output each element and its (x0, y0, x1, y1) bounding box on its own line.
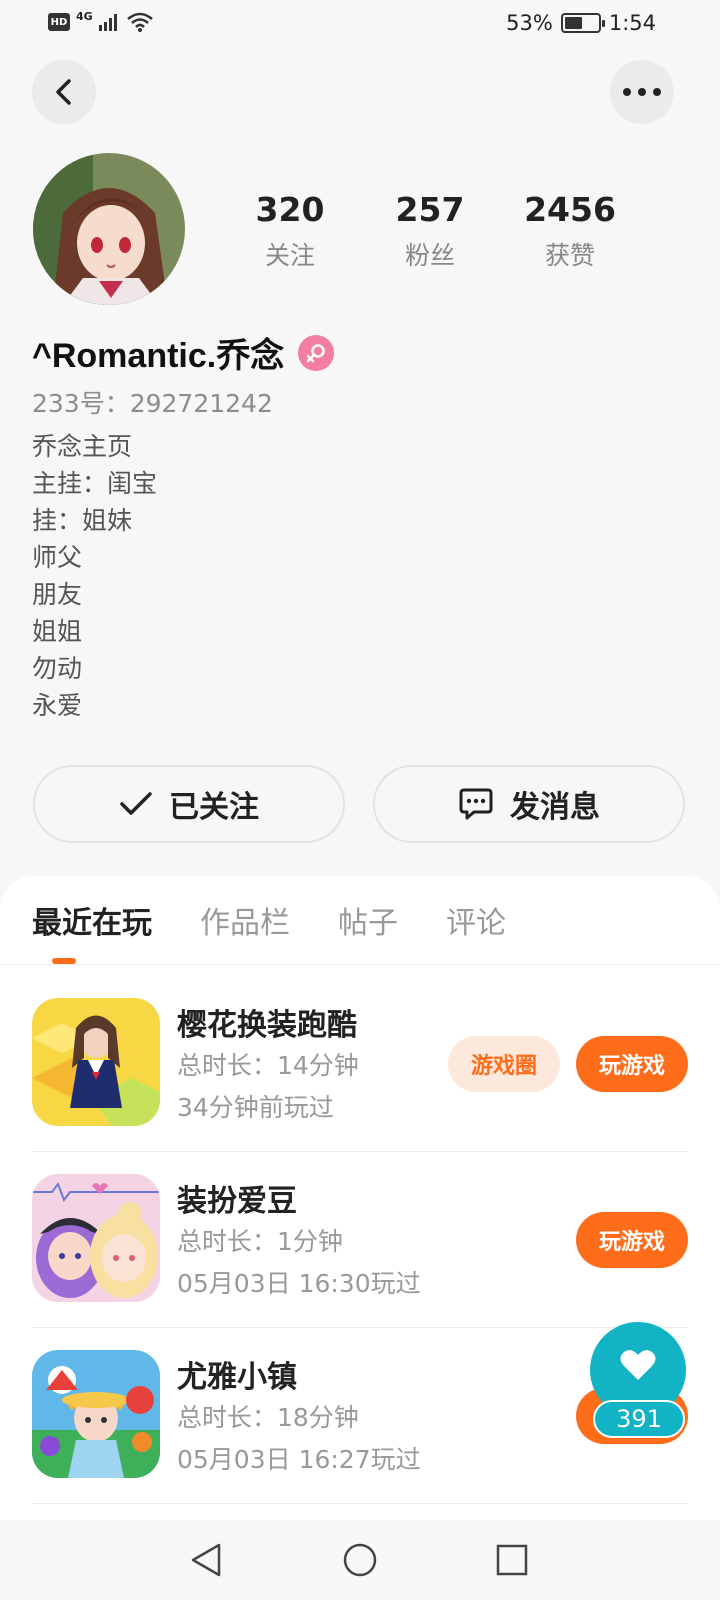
bio-line: 主挂：闺宝 (32, 469, 158, 498)
network-label: 4G (76, 9, 93, 23)
bio-line: 挂：姐妹 (32, 506, 133, 535)
user-id: 233号：292721242 (32, 389, 273, 418)
game-circle-button[interactable]: 游戏圈 (448, 1036, 560, 1092)
game-icon (32, 1350, 160, 1478)
signal-icon (98, 14, 117, 31)
stat-label: 关注 (264, 240, 315, 270)
more-horizontal-icon (623, 88, 661, 96)
back-triangle-icon[interactable] (186, 1540, 226, 1580)
tab-bar: 最近在玩 作品栏 帖子 评论 (32, 898, 554, 942)
bio-line: 师父 (32, 543, 83, 572)
status-left: HD 4G (48, 9, 153, 32)
tab-recently-played[interactable]: 最近在玩 (32, 898, 152, 942)
hd-badge: HD (48, 13, 70, 31)
status-right: 53% 1:54 (506, 11, 656, 35)
stat-fans[interactable]: 257 粉丝 (360, 190, 500, 272)
chat-bubble-icon (459, 788, 493, 820)
follow-button[interactable]: 已关注 (33, 765, 345, 843)
username: ^Romantic.乔念 (32, 337, 285, 375)
clock: 1:54 (608, 11, 656, 35)
game-icon (32, 1174, 160, 1302)
profile-stats: 320 关注 257 粉丝 2456 获赞 (220, 190, 640, 272)
check-icon (120, 792, 152, 815)
chevron-left-icon (56, 79, 71, 105)
status-bar: HD 4G 53% 1:54 (0, 0, 720, 50)
game-last-played: 05月03日 16:30玩过 (177, 1269, 421, 1298)
home-circle-icon[interactable] (340, 1540, 380, 1580)
like-count[interactable]: 391 (593, 1400, 685, 1438)
tab-comments[interactable]: 评论 (446, 898, 506, 942)
game-name: 樱花换装跑酷 (177, 1008, 357, 1043)
game-last-played: 05月03日 16:27玩过 (177, 1445, 421, 1474)
battery-fill (564, 17, 582, 29)
stat-label: 获赞 (544, 240, 595, 270)
heart-icon (620, 1350, 656, 1380)
avatar[interactable] (33, 153, 185, 305)
bio-line: 永爱 (32, 691, 83, 720)
bio-line: 朋友 (32, 580, 83, 609)
stat-likes[interactable]: 2456 获赞 (500, 190, 640, 272)
tab-posts[interactable]: 帖子 (338, 898, 398, 942)
back-button[interactable] (32, 60, 96, 124)
play-game-button[interactable]: 玩游戏 (576, 1036, 688, 1092)
battery-percent: 53% (506, 11, 553, 35)
game-icon (32, 998, 160, 1126)
female-icon (298, 334, 335, 371)
game-row[interactable]: 樱花换装跑酷 总时长：14分钟 34分钟前玩过 游戏圈 玩游戏 (32, 976, 688, 1152)
play-game-button[interactable]: 玩游戏 (576, 1212, 688, 1268)
game-duration: 总时长：14分钟 (177, 1051, 359, 1080)
stat-label: 粉丝 (404, 240, 455, 270)
message-button[interactable]: 发消息 (373, 765, 685, 843)
game-name: 尤雅小镇 (177, 1360, 297, 1395)
recents-square-icon[interactable] (492, 1540, 532, 1580)
bio-line: 乔念主页 (32, 432, 133, 461)
battery-icon (560, 13, 605, 33)
game-row[interactable]: 装扮爱豆 总时长：1分钟 05月03日 16:30玩过 玩游戏 (32, 1152, 688, 1328)
stat-value: 257 (395, 190, 465, 229)
game-duration: 总时长：18分钟 (177, 1403, 359, 1432)
bio: 乔念主页 主挂：闺宝 挂：姐妹 师父 朋友 姐姐 勿动 永爱 (32, 428, 157, 724)
stat-value: 320 (255, 190, 325, 229)
stat-value: 2456 (524, 190, 616, 229)
game-row[interactable]: 尤雅小镇 总时长：18分钟 05月03日 16:27玩过 玩游戏 (32, 1328, 688, 1504)
game-last-played: 34分钟前玩过 (177, 1093, 334, 1122)
bio-line: 勿动 (32, 654, 83, 683)
stat-following[interactable]: 320 关注 (220, 190, 360, 272)
system-nav-bar (0, 1520, 720, 1600)
game-duration: 总时长：1分钟 (177, 1227, 343, 1256)
game-name: 装扮爱豆 (177, 1184, 297, 1219)
divider (0, 964, 720, 965)
avatar-image (33, 153, 185, 305)
message-label: 发消息 (510, 790, 600, 825)
more-button[interactable] (610, 60, 674, 124)
wifi-icon (126, 12, 153, 32)
follow-label: 已关注 (169, 790, 259, 825)
tab-works[interactable]: 作品栏 (200, 898, 290, 942)
bio-line: 姐姐 (32, 617, 83, 646)
username-row: ^Romantic.乔念 (32, 328, 335, 377)
divider (32, 1503, 688, 1504)
